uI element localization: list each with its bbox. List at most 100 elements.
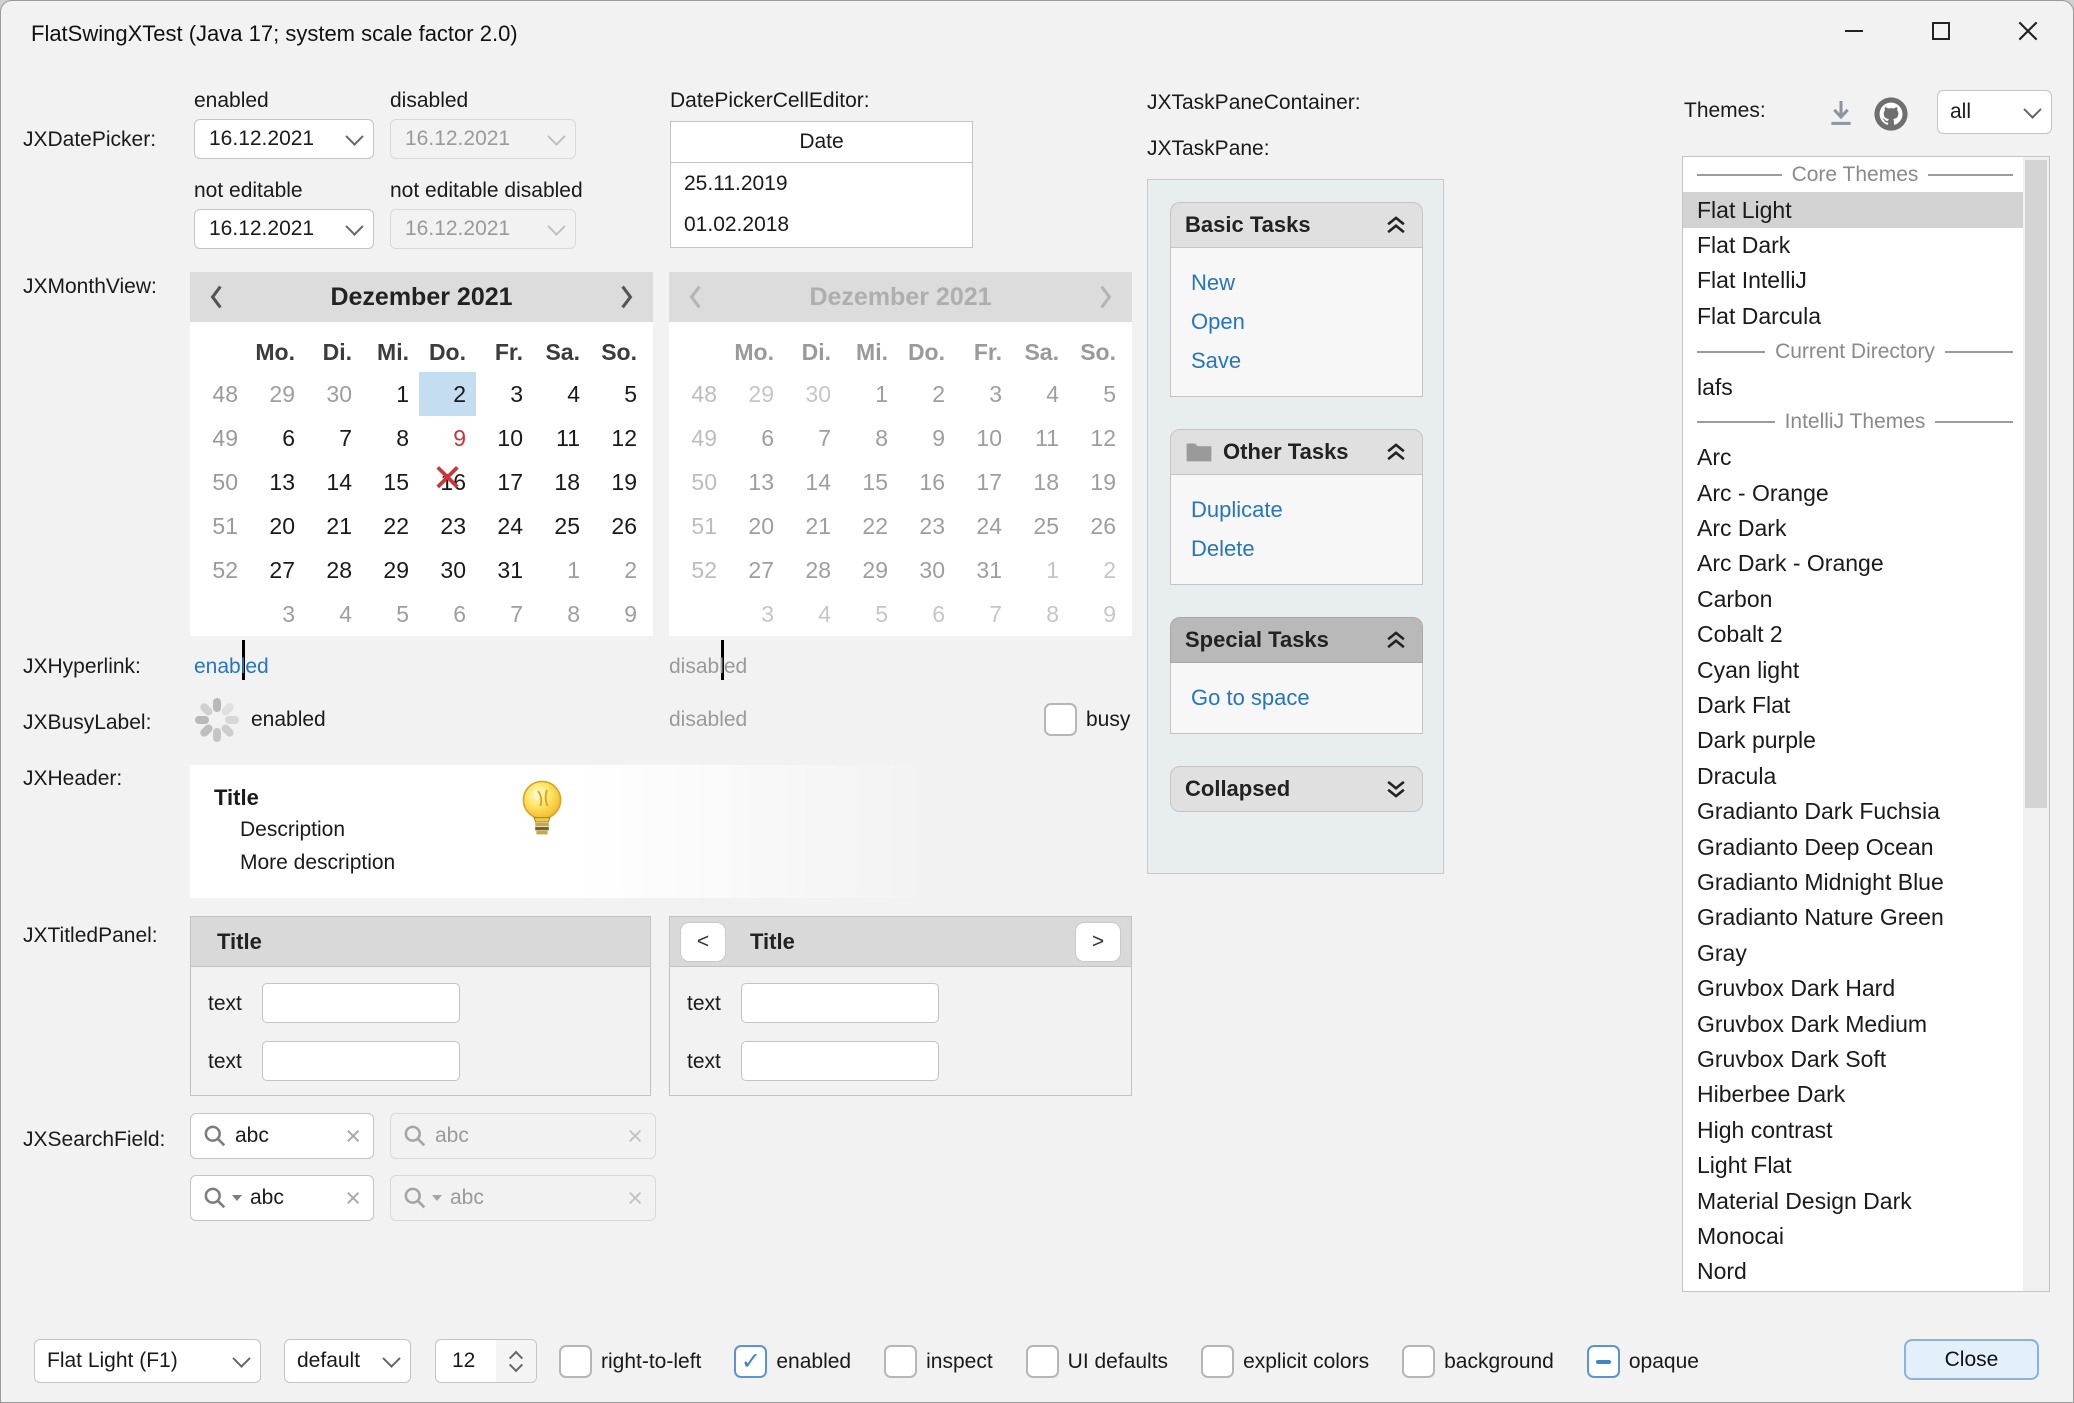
maximize-button[interactable] (1910, 9, 1972, 53)
taskpane-header[interactable]: Basic Tasks (1170, 202, 1423, 248)
task-link[interactable]: Go to space (1191, 685, 1402, 711)
hyperlink-enabled[interactable]: enabled (194, 655, 269, 679)
theme-list-item[interactable]: Gradianto Deep Ocean Gradianto Deep Ocea… (1683, 829, 2023, 864)
option-checkbox[interactable]: ✓ background (1402, 1345, 1554, 1378)
theme-list-item[interactable]: Gradianto Nature Green Gradianto Nature … (1683, 900, 2023, 935)
day-cell[interactable]: 5 (590, 372, 647, 416)
download-icon[interactable] (1825, 97, 1857, 129)
day-cell[interactable]: 23 (419, 504, 476, 548)
day-cell[interactable]: 24 (476, 504, 533, 548)
taskpane-header[interactable]: Other Tasks (1170, 429, 1423, 475)
titledpanel-next-button[interactable]: > (1075, 922, 1121, 962)
option-checkbox[interactable]: ✓ opaque (1587, 1345, 1699, 1378)
datepicker-enabled[interactable]: 16.12.2021 (194, 119, 374, 159)
theme-list-item[interactable]: Current Directory Current Directory (1683, 334, 2023, 369)
day-cell[interactable]: 3 (476, 372, 533, 416)
laf-combobox[interactable]: Flat Light (F1) (34, 1339, 261, 1383)
day-cell[interactable]: 5 (362, 592, 419, 636)
day-cell[interactable]: 20 (248, 504, 305, 548)
day-cell[interactable]: 9 (419, 416, 476, 460)
datepicker-not-editable[interactable]: 16.12.2021 (194, 209, 374, 249)
theme-list-item[interactable]: Flat Light Flat Light (1683, 192, 2023, 227)
day-cell[interactable]: 7 (476, 592, 533, 636)
day-cell[interactable]: 31 (476, 548, 533, 592)
day-cell[interactable]: 4 (533, 372, 590, 416)
day-cell[interactable]: 6 (419, 592, 476, 636)
day-cell[interactable]: 30 (419, 548, 476, 592)
theme-list-item[interactable]: IntelliJ Themes IntelliJ Themes (1683, 405, 2023, 440)
taskpane-header[interactable]: Special Tasks (1170, 617, 1423, 663)
day-cell[interactable]: 14 (305, 460, 362, 504)
option-checkbox[interactable]: ✓ enabled (734, 1345, 851, 1378)
task-link[interactable]: New (1191, 270, 1402, 296)
day-cell[interactable]: 6 (248, 416, 305, 460)
task-link[interactable]: Delete (1191, 536, 1402, 562)
theme-list-item[interactable]: Carbon Carbon (1683, 582, 2023, 617)
theme-list-item[interactable]: High contrast High contrast (1683, 1113, 2023, 1148)
busy-checkbox[interactable]: ✓ busy (1044, 703, 1130, 736)
theme-list-item[interactable]: Nord Nord (1683, 1254, 2023, 1289)
day-cell[interactable]: 10 (476, 416, 533, 460)
day-cell[interactable]: 19 (590, 460, 647, 504)
theme-list-item[interactable]: Cobalt 2 Cobalt 2 (1683, 617, 2023, 652)
task-link[interactable]: Duplicate (1191, 497, 1402, 523)
table-row[interactable]: 01.02.2018 (671, 204, 972, 245)
datepicker-dropdown-button[interactable] (335, 223, 373, 236)
next-month-button[interactable] (618, 284, 635, 310)
theme-list-item[interactable]: Hiberbee Dark Hiberbee Dark (1683, 1077, 2023, 1112)
day-cell[interactable]: 7 (305, 416, 362, 460)
text-input[interactable] (741, 983, 939, 1023)
day-cell[interactable]: 21 (305, 504, 362, 548)
theme-list-item[interactable]: Flat Darcula Flat Darcula (1683, 299, 2023, 334)
theme-list-item[interactable]: Arc Dark Arc Dark (1683, 511, 2023, 546)
close-button[interactable]: Close (1904, 1339, 2039, 1380)
task-link[interactable]: Save (1191, 348, 1402, 374)
option-checkbox[interactable]: ✓ right-to-left (559, 1345, 701, 1378)
github-icon[interactable] (1872, 95, 1910, 133)
day-cell[interactable]: 13 (248, 460, 305, 504)
theme-list-item[interactable]: Arc - Orange Arc - Orange (1683, 476, 2023, 511)
close-window-button[interactable] (1997, 9, 2059, 53)
theme-list-item[interactable]: Core Themes Core Themes (1683, 157, 2023, 192)
theme-list-item[interactable]: Arc Dark - Orange Arc Dark - Orange (1683, 546, 2023, 581)
table-row[interactable]: 25.11.2019 (671, 163, 972, 204)
theme-list-item[interactable]: Gradianto Midnight Blue Gradianto Midnig… (1683, 865, 2023, 900)
font-size-spinner[interactable]: 12 (435, 1339, 537, 1383)
day-cell[interactable]: 29 (362, 548, 419, 592)
theme-list-item[interactable]: Dracula Dracula (1683, 759, 2023, 794)
text-input[interactable] (262, 1041, 460, 1081)
theme-list-item[interactable]: Dark purple Dark purple (1683, 723, 2023, 758)
day-cell[interactable]: 17 (476, 460, 533, 504)
themes-scrollbar[interactable] (2023, 157, 2049, 1291)
theme-list-item[interactable]: Gruvbox Dark Hard Gruvbox Dark Hard (1683, 971, 2023, 1006)
theme-list-item[interactable]: Gruvbox Dark Soft Gruvbox Dark Soft (1683, 1042, 2023, 1077)
theme-list-item[interactable]: Cyan light Cyan light (1683, 652, 2023, 687)
day-cell[interactable]: 15 (362, 460, 419, 504)
clear-search-icon[interactable]: × (345, 1185, 361, 1212)
day-cell[interactable]: 12 (590, 416, 647, 460)
theme-list-item[interactable]: Light Flat Light Flat (1683, 1148, 2023, 1183)
theme-list-item[interactable]: Flat Dark Flat Dark (1683, 228, 2023, 263)
task-link[interactable]: Open (1191, 309, 1402, 335)
day-cell[interactable]: 8 (362, 416, 419, 460)
day-cell[interactable]: 28 (305, 548, 362, 592)
theme-list-item[interactable]: lafs lafs (1683, 369, 2023, 404)
theme-list-item[interactable]: Gradianto Dark Fuchsia Gradianto Dark Fu… (1683, 794, 2023, 829)
titledpanel-prev-button[interactable]: < (680, 922, 726, 962)
scrollbar-thumb[interactable] (2025, 160, 2047, 808)
theme-list-item[interactable]: Gray Gray (1683, 936, 2023, 971)
datepicker-dropdown-button[interactable] (335, 133, 373, 146)
day-cell[interactable]: 2 (590, 548, 647, 592)
font-combobox[interactable]: default (284, 1339, 411, 1383)
theme-list-item[interactable]: Dark Flat Dark Flat (1683, 688, 2023, 723)
searchfield-dropdown-enabled[interactable]: × (190, 1175, 374, 1221)
day-cell[interactable]: 2 (419, 372, 476, 416)
theme-list-item[interactable]: Material Design Dark Material Design Dar… (1683, 1183, 2023, 1218)
searchfield-enabled[interactable]: × (190, 1113, 374, 1159)
day-cell[interactable]: 27 (248, 548, 305, 592)
day-cell[interactable]: 22 (362, 504, 419, 548)
theme-list-item[interactable]: Monocai Monocai (1683, 1219, 2023, 1254)
day-cell[interactable]: 18 (533, 460, 590, 504)
day-cell[interactable]: 26 (590, 504, 647, 548)
day-cell[interactable]: 11 (533, 416, 590, 460)
